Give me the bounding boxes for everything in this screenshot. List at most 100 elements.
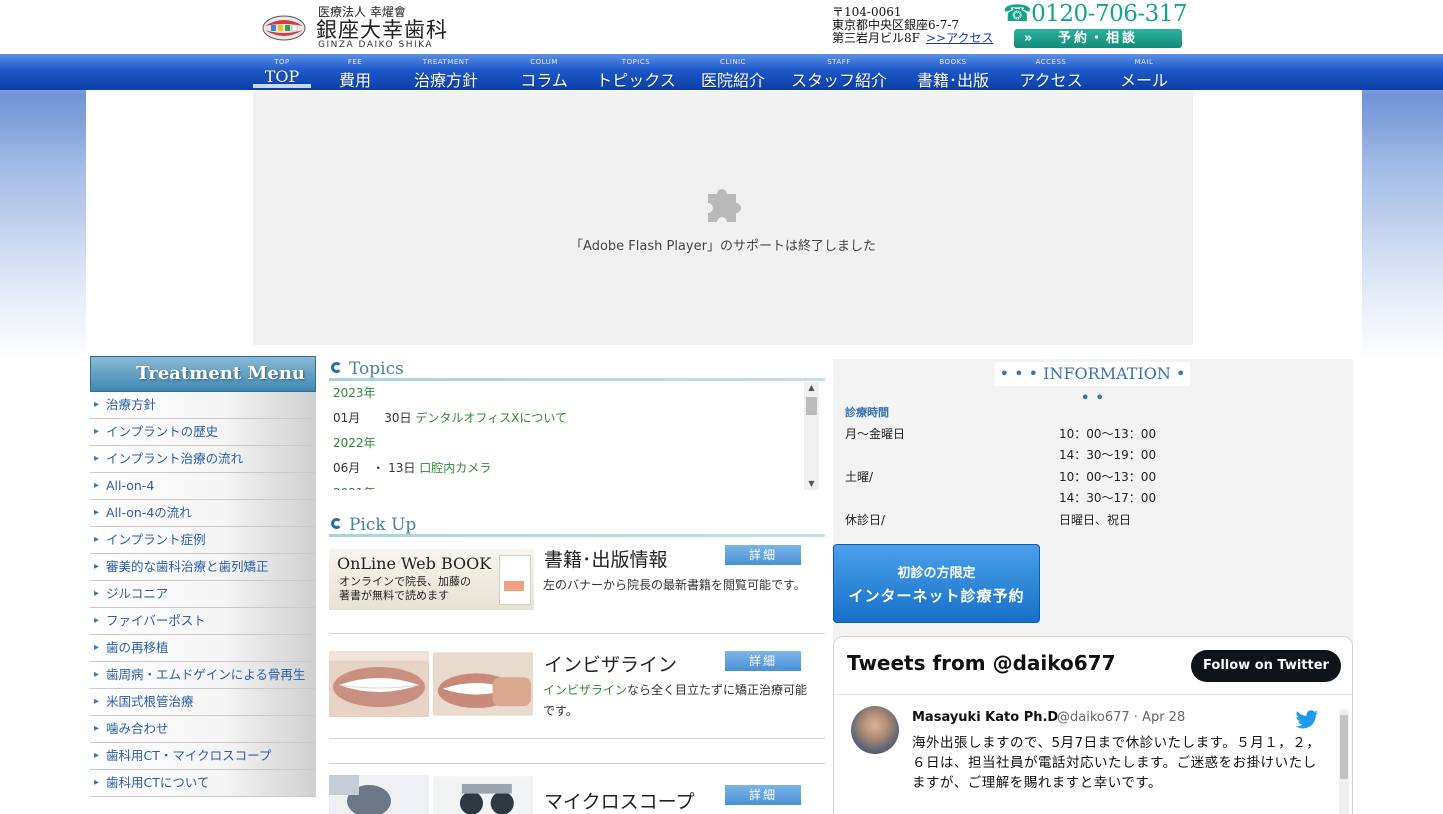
nav-item-topics[interactable]: TOPICS トピックス — [594, 54, 678, 90]
site-header: 医療法人 幸燿會 銀座大幸歯科 GINZA DAIKO SHIKA 〒104-0… — [0, 0, 1443, 54]
treatment-menu-item[interactable]: インプラントの歴史 — [90, 419, 316, 446]
topics-scrollbar[interactable]: ▲ ▼ — [804, 382, 819, 490]
banner-text: オンラインで院長、加藤の 著書が無料で読めます — [339, 575, 471, 603]
pickup-separator — [329, 738, 825, 739]
treatment-menu-item[interactable]: 審美的な歯科治療と歯列矯正 — [90, 554, 316, 581]
treatment-menu-item[interactable]: 歯周病・エムドゲインによる骨再生 — [90, 662, 316, 689]
detail-button[interactable]: 詳細 — [725, 651, 801, 671]
detail-button[interactable]: 詳細 — [725, 545, 801, 565]
nav-jp-label: 書籍･出版 — [916, 71, 989, 90]
twitter-scrollbar[interactable] — [1339, 709, 1349, 814]
treatment-menu-item[interactable]: 米国式根管治療 — [90, 689, 316, 716]
pickup-heading: Pick Up — [331, 515, 416, 535]
scroll-down-arrow-icon[interactable]: ▼ — [804, 478, 819, 490]
invisalign-photo-1[interactable] — [329, 651, 429, 717]
topics-entry: 01月 30日 デンタルオフィスXについて — [329, 407, 819, 432]
scroll-thumb[interactable] — [806, 397, 817, 415]
treatment-menu-item[interactable]: 歯科用CTについて — [90, 770, 316, 797]
treatment-menu-item[interactable]: インプラント症例 — [90, 527, 316, 554]
nav-en-label: MAIL — [1134, 58, 1154, 66]
pickup-item-invisalign: インビザライン 詳細 インビザラインなら全く目立たずに矯正治療可能です。 — [329, 650, 825, 730]
global-nav: TOP TOP FEE 費用 TREATMENT 治療方針 COLUM コラム TOPI… — [0, 54, 1443, 90]
detail-button[interactable]: 詳細 — [725, 785, 801, 805]
pickup-divider — [329, 534, 825, 537]
access-link[interactable]: >>アクセス — [926, 31, 994, 45]
invisalign-link[interactable]: インビザライン — [543, 683, 627, 697]
pickup-item-title: マイクロスコープ — [544, 791, 695, 813]
topics-title: Topics — [349, 359, 404, 379]
clinic-logo-icon[interactable] — [262, 12, 306, 44]
flash-unsupported-message: 「Adobe Flash Player」のサポートは終了しました — [570, 239, 876, 254]
nav-item-staff[interactable]: STAFF スタッフ紹介 — [788, 54, 890, 90]
avatar[interactable] — [851, 706, 899, 754]
topics-year: 2022年 — [333, 436, 376, 450]
treatment-menu-item[interactable]: 噛み合わせ — [90, 716, 316, 743]
topics-link[interactable]: デンタルオフィスXについて — [415, 411, 567, 425]
nav-item-mail[interactable]: MAIL メール — [1110, 54, 1178, 90]
topics-heading: Topics — [331, 359, 404, 379]
information-title: • • • INFORMATION • • • — [995, 362, 1190, 407]
pickup-item-desc: 左のバナーから院長の最新書籍を閲覧可能です。 — [543, 578, 806, 592]
hours-day: 休診日/ — [845, 513, 886, 527]
treatment-menu-header: Treatment Menu — [90, 356, 316, 392]
pickup-item-title: インビザライン — [544, 654, 678, 676]
flash-placeholder: 「Adobe Flash Player」のサポートは終了しました — [253, 91, 1193, 345]
reserve-consult-button[interactable]: » 予約・相談 — [1014, 29, 1182, 48]
follow-on-twitter-button[interactable]: Follow on Twitter — [1191, 650, 1341, 682]
scroll-up-arrow-icon[interactable]: ▲ — [804, 382, 819, 394]
treatment-menu-list: 治療方針 インプラントの歴史 インプラント治療の流れ All-on-4 All-… — [90, 392, 316, 797]
nav-en-label: STAFF — [827, 58, 851, 66]
online-web-book-banner[interactable]: OnLine Web BOOK オンラインで院長、加藤の 著書が無料で読めます — [329, 549, 534, 610]
microscope-photo-1[interactable] — [329, 775, 429, 814]
twitter-timeline-title[interactable]: Tweets from @daiko677 — [847, 651, 1116, 675]
tweet-author-handle[interactable]: @daiko677 · Apr 28 — [1057, 710, 1185, 725]
hours-time: 日曜日、祝日 — [1059, 513, 1132, 527]
treatment-menu-item[interactable]: ファイバーポスト — [90, 608, 316, 635]
nav-jp-label: トピックス — [596, 71, 676, 90]
nav-item-books[interactable]: BOOKS 書籍･出版 — [908, 54, 998, 90]
treatment-menu-item[interactable]: 治療方針 — [90, 392, 316, 419]
crescent-icon — [331, 362, 342, 373]
pickup-item-desc: インビザラインなら全く目立たずに矯正治療可能です。 — [543, 680, 811, 722]
pickup-title: Pick Up — [349, 515, 417, 535]
hours-time: 10：00～13：00 — [1059, 470, 1157, 484]
nav-en-label: TREATMENT — [422, 58, 470, 66]
topics-link[interactable]: 口腔内カメラ — [419, 461, 491, 475]
banner-text-line: オンラインで院長、加藤の — [339, 575, 471, 588]
treatment-menu-title: Treatment Menu — [136, 363, 305, 384]
reservation-button-line1: 初診の方限定 — [897, 566, 976, 581]
scroll-thumb[interactable] — [1340, 715, 1348, 779]
nav-en-label: ACCESS — [1035, 58, 1067, 66]
banner-text-line: 著書が無料で読めます — [339, 589, 449, 602]
phone-number[interactable]: ☎0120-706-317 — [1003, 1, 1188, 27]
microscope-photo-2[interactable] — [433, 775, 533, 814]
nav-jp-label: 治療方針 — [413, 71, 478, 90]
nav-item-treatment[interactable]: TREATMENT 治療方針 — [398, 54, 494, 90]
nav-item-top[interactable]: TOP TOP — [253, 54, 311, 90]
clinic-roman-name: GINZA DAIKO SHIKA — [318, 40, 434, 50]
banner-title: OnLine Web BOOK — [337, 554, 492, 573]
treatment-menu-item[interactable]: ジルコニア — [90, 581, 316, 608]
nav-item-clinic[interactable]: CLINIC 医院紹介 — [690, 54, 776, 90]
twitter-divider — [834, 694, 1352, 695]
nav-jp-label: メール — [1119, 71, 1168, 90]
nav-jp-label: スタッフ紹介 — [790, 71, 887, 90]
twitter-bird-icon[interactable] — [1295, 710, 1319, 730]
treatment-menu-item[interactable]: 歯の再移植 — [90, 635, 316, 662]
nav-item-column[interactable]: COLUM コラム — [510, 54, 578, 90]
hours-label: 診療時間 — [845, 406, 889, 419]
hours-time: 14：30～19：00 — [1059, 448, 1157, 462]
pickup-separator — [329, 633, 825, 634]
invisalign-photo-2[interactable] — [433, 651, 533, 717]
nav-item-fee[interactable]: FEE 費用 — [326, 54, 384, 90]
treatment-menu-item[interactable]: インプラント治療の流れ — [90, 446, 316, 473]
treatment-menu-item[interactable]: All-on-4の流れ — [90, 500, 316, 527]
tweet-author-name[interactable]: Masayuki Kato Ph.D — [912, 710, 1058, 725]
nav-item-access[interactable]: ACCESS アクセス — [1012, 54, 1090, 90]
internet-reservation-button[interactable]: 初診の方限定 インターネット診療予約 — [833, 544, 1040, 623]
nav-jp-label: TOP — [264, 67, 300, 86]
address-line2: 第三岩月ビル8F — [832, 31, 920, 45]
treatment-menu-item[interactable]: All-on-4 — [90, 473, 316, 500]
nav-en-label: COLUM — [530, 58, 558, 66]
treatment-menu-item[interactable]: 歯科用CT・マイクロスコープ — [90, 743, 316, 770]
